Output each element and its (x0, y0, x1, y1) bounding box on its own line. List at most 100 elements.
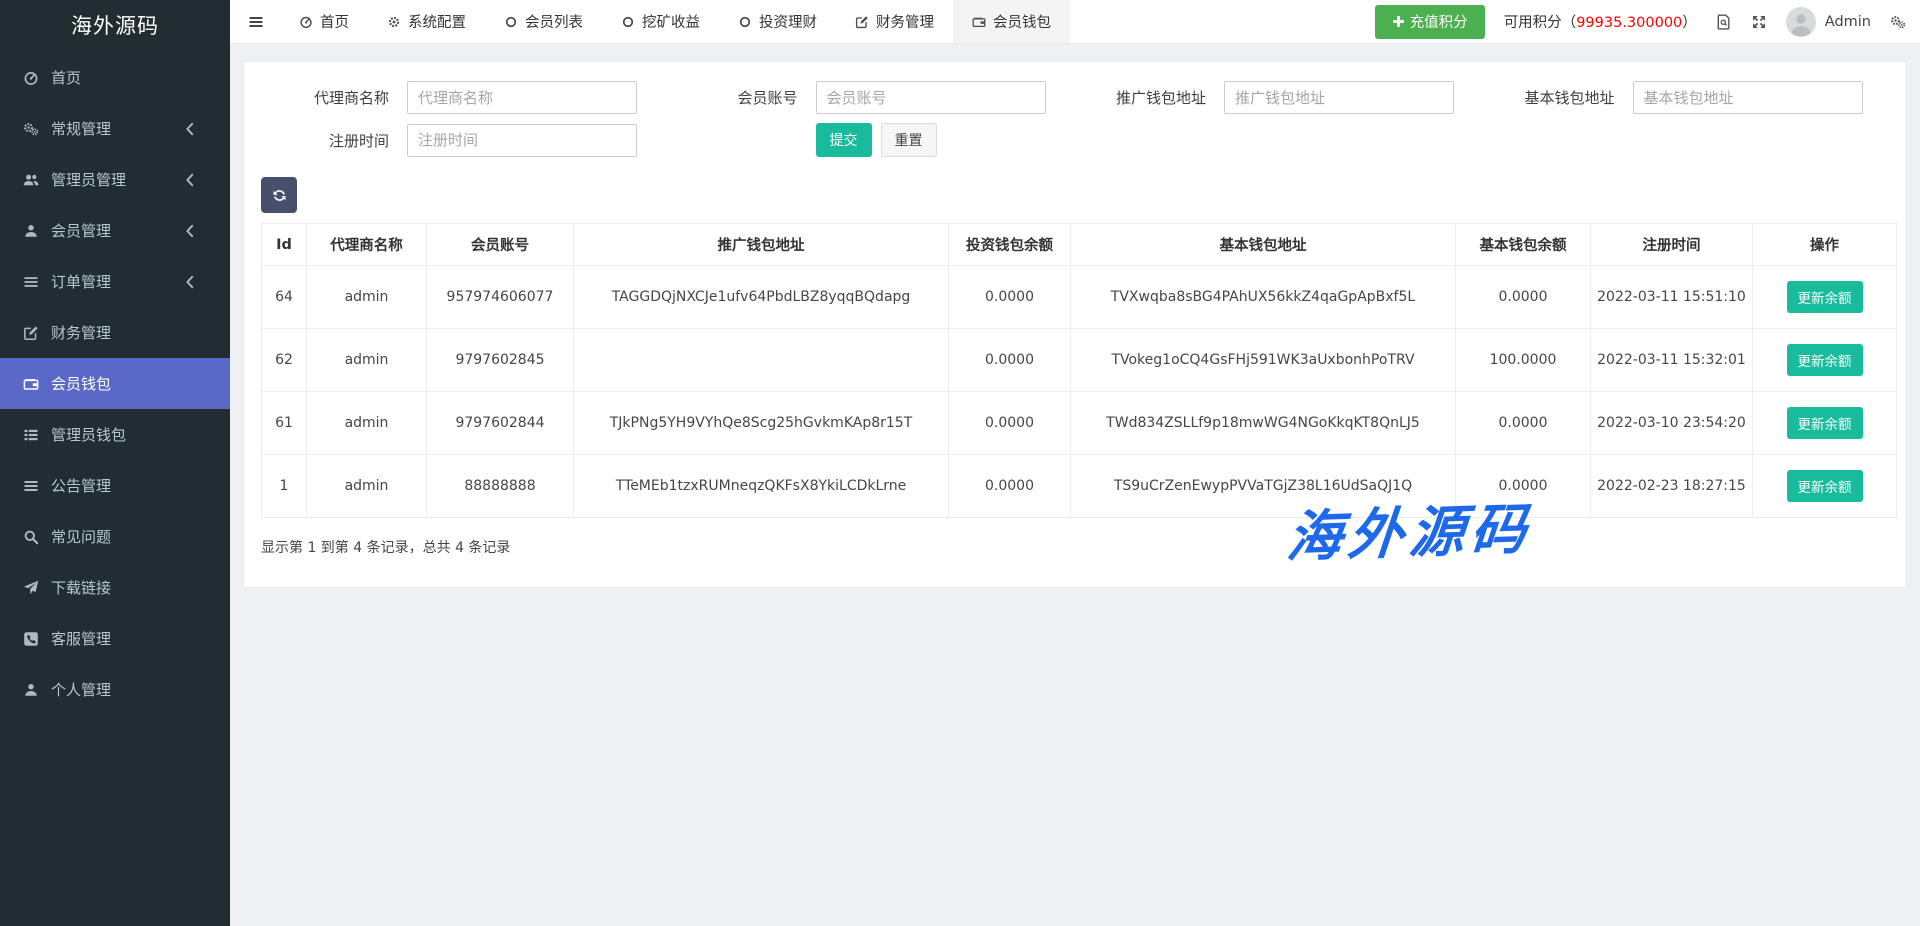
tab-6[interactable]: 财务管理 (836, 0, 953, 43)
tab-4[interactable]: 挖矿收益 (602, 0, 719, 43)
sidebar-item-3[interactable]: 管理员管理 (0, 154, 230, 205)
filter-label: 基本钱包地址 (1487, 87, 1615, 108)
cell-promo_wallet: TTeMEb1tzxRUMneqzQKFsX8YkiLCDkLrne (574, 455, 949, 518)
chevron-left-icon (181, 274, 199, 290)
app-logo: 海外源码 (0, 0, 230, 50)
cell-agent: admin (307, 392, 427, 455)
tab-7[interactable]: 会员钱包 (953, 0, 1070, 43)
sidebar-item-5[interactable]: 订单管理 (0, 256, 230, 307)
th-list-icon (22, 427, 40, 443)
gear-icon (387, 15, 401, 29)
cell-base_balance: 0.0000 (1456, 392, 1591, 455)
sidebar-item-7[interactable]: 会员钱包 (0, 358, 230, 409)
sidebar-toggle-button[interactable] (230, 0, 280, 43)
cell-action: 更新余额 (1753, 329, 1897, 392)
cell-base_wallet: TWd834ZSLLf9p18mwWG4NGoKkqKT8QnLJ5 (1071, 392, 1456, 455)
tab-2[interactable]: 系统配置 (368, 0, 485, 43)
cell-base_balance: 0.0000 (1456, 266, 1591, 329)
hamburger-icon (248, 14, 264, 30)
cell-action: 更新余额 (1753, 392, 1897, 455)
sidebar-menu: 首页常规管理管理员管理会员管理订单管理财务管理会员钱包管理员钱包公告管理常见问题… (0, 50, 230, 715)
table-row-3: 61admin9797602844TJkPNg5YH9VYhQe8Scg25hG… (262, 392, 1897, 455)
column-header-5: 投资钱包余额 (949, 224, 1071, 266)
cell-base_balance: 0.0000 (1456, 455, 1591, 518)
sidebar-item-10[interactable]: 常见问题 (0, 511, 230, 562)
available-points: 可用积分（99935.300000） (1504, 11, 1697, 32)
recharge-points-button[interactable]: ✚充值积分 (1375, 5, 1485, 39)
cell-promo_wallet: TJkPNg5YH9VYhQe8Scg25hGvkmKAp8r15T (574, 392, 949, 455)
filter-label: 注册时间 (261, 130, 389, 151)
filter-field-4: 基本钱包地址 (1487, 81, 1890, 114)
sidebar-item-13[interactable]: 个人管理 (0, 664, 230, 715)
column-header-9: 操作 (1753, 224, 1897, 266)
cell-base_wallet: TVokeg1oCQ4GsFHj591WK3aUxbonhPoTRV (1071, 329, 1456, 392)
cell-reg_time: 2022-03-11 15:51:10 (1591, 266, 1753, 329)
sidebar-item-label: 管理员管理 (51, 169, 126, 190)
tab-label: 系统配置 (408, 11, 466, 32)
sidebar-item-6[interactable]: 财务管理 (0, 307, 230, 358)
plane-icon (22, 580, 40, 596)
sidebar-item-12[interactable]: 客服管理 (0, 613, 230, 664)
filter-input-2[interactable] (816, 81, 1046, 114)
update-balance-button[interactable]: 更新余额 (1787, 281, 1863, 313)
sidebar-item-9[interactable]: 公告管理 (0, 460, 230, 511)
refresh-button[interactable] (261, 177, 297, 213)
sidebar-item-8[interactable]: 管理员钱包 (0, 409, 230, 460)
cell-agent: admin (307, 329, 427, 392)
users-icon (22, 172, 40, 188)
column-header-6: 基本钱包地址 (1071, 224, 1456, 266)
filter-form: 代理商名称会员账号推广钱包地址基本钱包地址注册时间提交重置 (261, 62, 1889, 157)
table-header-row: Id代理商名称会员账号推广钱包地址投资钱包余额基本钱包地址基本钱包余额注册时间操… (262, 224, 1897, 266)
tab-1[interactable]: 首页 (280, 0, 368, 43)
username: Admin (1825, 14, 1871, 30)
cell-account: 957974606077 (427, 266, 574, 329)
sidebar-item-4[interactable]: 会员管理 (0, 205, 230, 256)
filter-label: 推广钱包地址 (1078, 87, 1206, 108)
wallet-table: Id代理商名称会员账号推广钱包地址投资钱包余额基本钱包地址基本钱包余额注册时间操… (261, 223, 1897, 518)
cell-promo_wallet (574, 329, 949, 392)
circle-icon (621, 15, 635, 29)
filter-input-4[interactable] (1633, 81, 1863, 114)
sidebar-item-label: 会员钱包 (51, 373, 111, 394)
tab-3[interactable]: 会员列表 (485, 0, 602, 43)
cell-invest_balance: 0.0000 (949, 266, 1071, 329)
sidebar-item-label: 个人管理 (51, 679, 111, 700)
sidebar-item-11[interactable]: 下载链接 (0, 562, 230, 613)
update-balance-button[interactable]: 更新余额 (1787, 470, 1863, 502)
filter-field-5: 注册时间 (261, 123, 664, 157)
sidebar-item-2[interactable]: 常规管理 (0, 103, 230, 154)
topbar-right: ✚充值积分 可用积分（99935.300000） Admin (1375, 0, 1920, 43)
cell-promo_wallet: TAGGDQjNXCJe1ufv64PbdLBZ8yqqBQdapg (574, 266, 949, 329)
settings-gears-icon[interactable] (1890, 14, 1906, 30)
fullscreen-icon[interactable] (1751, 14, 1767, 30)
clear-cache-icon[interactable] (1716, 14, 1732, 30)
column-header-7: 基本钱包余额 (1456, 224, 1591, 266)
sidebar-item-label: 首页 (51, 67, 81, 88)
member-wallet-card: 代理商名称会员账号推广钱包地址基本钱包地址注册时间提交重置 Id代理商名称会员账… (243, 61, 1907, 588)
tab-label: 财务管理 (876, 11, 934, 32)
filter-buttons: 提交重置 (816, 123, 1073, 157)
user-menu[interactable]: Admin (1786, 7, 1871, 37)
submit-button[interactable]: 提交 (816, 123, 872, 157)
filter-input-5[interactable] (407, 124, 637, 157)
update-balance-button[interactable]: 更新余额 (1787, 344, 1863, 376)
records-summary: 显示第 1 到第 4 条记录，总共 4 条记录 (261, 537, 1889, 557)
cell-agent: admin (307, 266, 427, 329)
sidebar-item-label: 下载链接 (51, 577, 111, 598)
reset-button[interactable]: 重置 (881, 123, 937, 157)
refresh-icon (272, 188, 287, 203)
circle-icon (738, 15, 752, 29)
sidebar-item-1[interactable]: 首页 (0, 52, 230, 103)
sidebar-item-label: 会员管理 (51, 220, 111, 241)
filter-input-3[interactable] (1224, 81, 1454, 114)
filter-field-3: 推广钱包地址 (1078, 81, 1481, 114)
tab-5[interactable]: 投资理财 (719, 0, 836, 43)
filter-input-1[interactable] (407, 81, 637, 114)
update-balance-button[interactable]: 更新余额 (1787, 407, 1863, 439)
topbar-tabs: 首页 系统配置会员列表挖矿收益投资理财 财务管理会员钱包 (280, 0, 1070, 43)
bars-icon (22, 478, 40, 494)
cell-base_wallet: TS9uCrZenEwypPVVaTGjZ38L16UdSaQJ1Q (1071, 455, 1456, 518)
list-icon (22, 274, 40, 290)
sidebar-item-label: 公告管理 (51, 475, 111, 496)
cell-reg_time: 2022-02-23 18:27:15 (1591, 455, 1753, 518)
